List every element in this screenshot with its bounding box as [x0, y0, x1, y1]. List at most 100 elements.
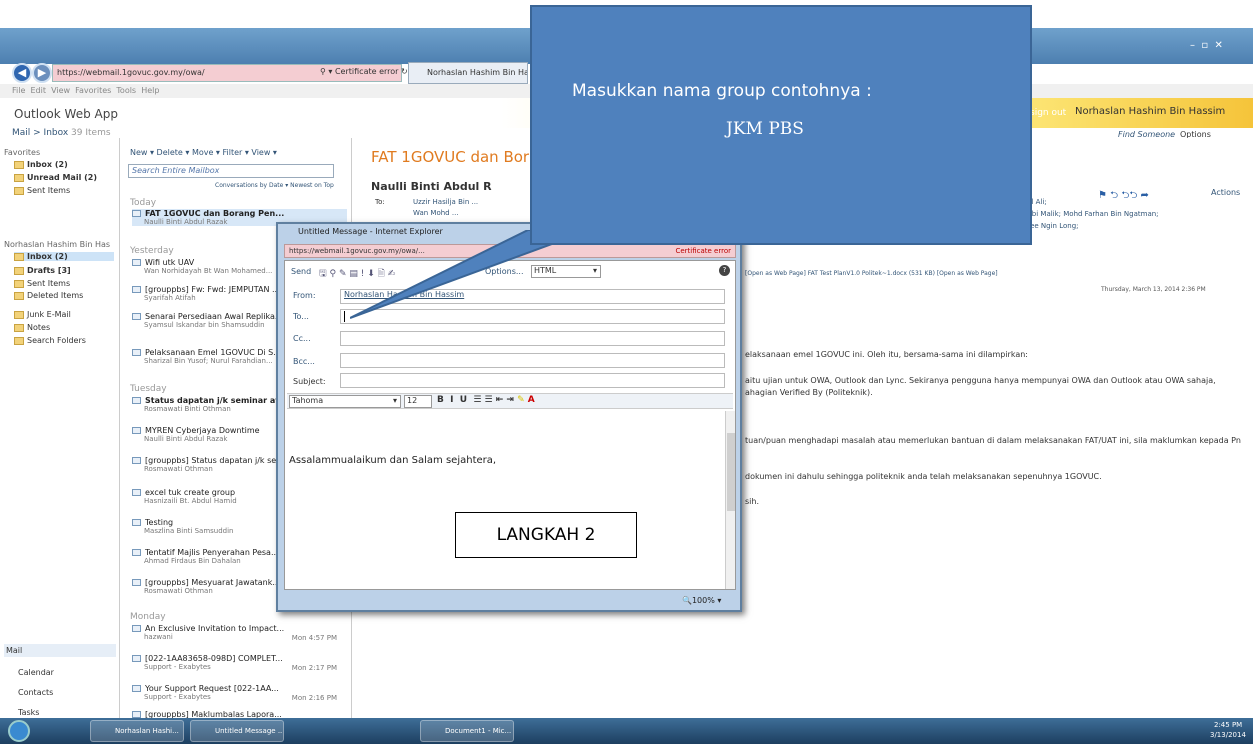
envelope-icon [132, 625, 141, 632]
taskbar: Norhaslan Hashi... Untitled Message ... … [0, 718, 1253, 744]
list-item[interactable]: [022-1AA83658-098D] COMPLET... Support - … [132, 654, 347, 672]
favorites-header[interactable]: Favorites [4, 148, 40, 157]
callout-box: Masukkan nama group contohnya : JKM PBS [530, 5, 1032, 245]
nav-mail[interactable]: Mail [4, 644, 116, 657]
envelope-icon [132, 427, 141, 434]
cc-recipient-2[interactable]: Abi Malik; Mohd Farhan Bin Ngatman; [1027, 210, 1159, 218]
menu-edit[interactable]: Edit [30, 86, 46, 95]
from-label[interactable]: From: [293, 291, 316, 300]
body-line-1: elaksanaan emel 1GOVUC ini. Oleh itu, be… [745, 350, 1028, 359]
cc-button[interactable]: Cc... [293, 334, 311, 343]
bcc-field[interactable] [340, 353, 725, 368]
taskbar-word[interactable]: Document1 - Mic... [420, 720, 514, 742]
sign-out-link[interactable]: sign out [1030, 108, 1066, 118]
cc-recipient-3[interactable]: Tee Ngin Long; [1027, 222, 1079, 230]
nav-contacts[interactable]: Contacts [18, 688, 53, 697]
menu-file[interactable]: File [12, 86, 25, 95]
sort-options[interactable]: Conversations by Date ▾ Newest on Top [215, 182, 334, 189]
taskbar-ie-2[interactable]: Untitled Message ... [190, 720, 284, 742]
list-item[interactable]: An Exclusive Invitation to Impact... hazw… [132, 624, 347, 642]
subject-label: Subject: [293, 377, 326, 386]
envelope-icon [132, 259, 141, 266]
folder-deleted[interactable]: Deleted Items [14, 291, 83, 300]
envelope-icon [132, 349, 141, 356]
nav-tasks[interactable]: Tasks [18, 708, 39, 717]
breadcrumb: Mail > Inbox 39 Items [12, 128, 111, 138]
tab-owa[interactable]: Norhaslan Hashim Bin Hass... [408, 62, 528, 84]
font-select[interactable]: Tahoma ▾ [289, 395, 401, 408]
list-item[interactable]: [grouppbs] Maklumbalas Lapora... [132, 710, 347, 718]
menu-tools[interactable]: Tools [116, 86, 136, 95]
envelope-icon [132, 397, 141, 404]
attachments[interactable]: [Open as Web Page] FAT Test PlanV1.0 Pol… [745, 270, 998, 277]
group-yesterday: Yesterday [130, 246, 174, 256]
folder-drafts[interactable]: Drafts [3] [14, 266, 71, 275]
nav-calendar[interactable]: Calendar [18, 668, 54, 677]
reply-icons[interactable]: ⚑ ⮌ ⮌⮌ ➦ [1098, 188, 1149, 205]
message-sender[interactable]: Naulli Binti Abdul R [371, 180, 492, 193]
to-recipient-2[interactable]: Wan Mohd ... [413, 209, 459, 217]
callout-line-1: Masukkan nama group contohnya : [572, 81, 872, 101]
message-body[interactable]: Assalammualaikum dan Salam sejahtera, [289, 455, 496, 466]
formatting-icons[interactable]: B I U ☰ ☰ ⇤ ⇥ ✎ A [437, 395, 535, 405]
owa-logo: Outlook Web App [14, 107, 118, 121]
folder-pane: Favorites Inbox (2) Unread Mail (2) Sent… [0, 138, 120, 718]
folder-icon [14, 186, 24, 195]
zoom-level[interactable]: 🔍100% ▾ [682, 596, 721, 605]
forward-button[interactable]: ▶ [32, 63, 52, 83]
subject-field[interactable] [340, 373, 725, 388]
search-input[interactable]: Search Entire Mailbox [128, 164, 334, 178]
window-controls[interactable]: – ▫ ✕ [1190, 40, 1223, 51]
bcc-button[interactable]: Bcc... [293, 357, 315, 366]
size-select[interactable]: 12 [404, 395, 432, 408]
clock-time[interactable]: 2:45 PM [1214, 721, 1242, 729]
home-fav-gear-icons[interactable]: ⌂ ★ ⚙ [1210, 67, 1241, 78]
to-button[interactable]: To... [293, 312, 309, 321]
menu-help[interactable]: Help [141, 86, 159, 95]
folder-icon [14, 279, 24, 288]
folder-sent[interactable]: Sent Items [14, 186, 70, 195]
body-scrollbar[interactable] [725, 411, 735, 589]
group-tuesday: Tuesday [130, 384, 167, 394]
to-recipient-1[interactable]: Uzzir Hasilja Bin ... [413, 198, 478, 206]
back-button[interactable]: ◀ [12, 63, 32, 83]
envelope-icon [132, 519, 141, 526]
folder-inbox[interactable]: Inbox (2) [14, 160, 68, 169]
message-date: Thursday, March 13, 2014 2:36 PM [1101, 286, 1206, 293]
actions-menu[interactable]: Actions [1211, 188, 1240, 197]
folder-icon [14, 160, 24, 169]
folder-junk[interactable]: Junk E-Mail [14, 310, 71, 319]
envelope-icon [132, 655, 141, 662]
folder-icon [14, 291, 24, 300]
certificate-error[interactable]: ⚲ ▾ Certificate error ↻ [320, 67, 408, 76]
help-icon[interactable]: ? [719, 265, 730, 276]
folder-notes[interactable]: Notes [14, 323, 50, 332]
body-line-6: sih. [745, 497, 760, 506]
folder-icon [14, 252, 24, 261]
folder-inbox-2[interactable]: Inbox (2) [14, 252, 114, 261]
list-item[interactable]: Your Support Request [022-1AA... Support … [132, 684, 347, 702]
taskbar-ie-1[interactable]: Norhaslan Hashi... [90, 720, 184, 742]
list-toolbar[interactable]: New ▾ Delete ▾ Move ▾ Filter ▾ View ▾ [130, 148, 277, 157]
menu-favorites[interactable]: Favorites [75, 86, 111, 95]
envelope-icon [132, 457, 141, 464]
start-button[interactable] [8, 720, 30, 742]
menu-view[interactable]: View [51, 86, 70, 95]
clock-date[interactable]: 3/13/2014 [1210, 731, 1246, 739]
cc-field[interactable] [340, 331, 725, 346]
envelope-icon [132, 549, 141, 556]
envelope-icon [132, 489, 141, 496]
body-line-3: ahagian Verified By (Politeknik). [745, 388, 873, 397]
folder-sent-2[interactable]: Sent Items [14, 279, 70, 288]
body-line-2: aitu ujian untuk OWA, Outlook dan Lync. … [745, 376, 1216, 385]
folder-search[interactable]: Search Folders [14, 336, 86, 345]
send-button[interactable]: Send [291, 267, 311, 276]
folder-icon [14, 310, 24, 319]
body-line-4: tuan/puan menghadapi masalah atau memerl… [745, 436, 1241, 445]
account-header[interactable]: Norhaslan Hashim Bin Has [4, 240, 110, 249]
user-name[interactable]: Norhaslan Hashim Bin Hassim [1075, 106, 1225, 117]
body-line-5: dokumen ini dahulu sehingga politeknik a… [745, 472, 1102, 481]
to-label: To: [375, 198, 385, 206]
callout-line-2: JKM PBS [726, 119, 804, 139]
folder-unread[interactable]: Unread Mail (2) [14, 173, 97, 182]
